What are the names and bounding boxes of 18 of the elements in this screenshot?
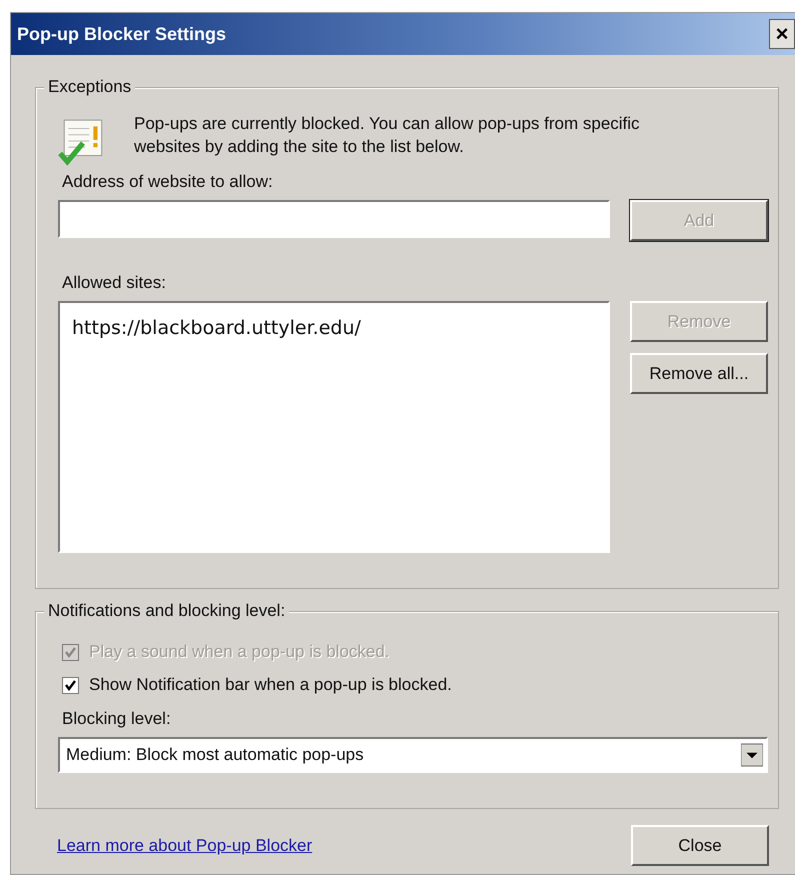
info-text: Pop-ups are currently blocked. You can allow pop-ups from specific websites by adding the site to the list below. — [134, 113, 641, 158]
dropdown-arrow-icon[interactable] — [741, 742, 763, 768]
group-legend: Exceptions — [44, 77, 136, 97]
site-list-item[interactable]: https://blackboard.uttyler.edu/ — [72, 315, 596, 341]
field-label: Blocking level: — [62, 709, 172, 729]
group-legend: Notifications and blocking level: — [44, 601, 290, 621]
field-label: Address of website to allow: — [62, 172, 274, 192]
blocking-level-dropdown[interactable]: Medium: Block most automatic pop-ups — [58, 737, 768, 773]
close-dialog-button[interactable]: Close — [631, 825, 769, 866]
dropdown-value: Medium: Block most automatic pop-ups — [66, 745, 364, 765]
address-field[interactable] — [58, 200, 610, 238]
remove-button[interactable]: Remove all... — [630, 353, 768, 394]
window-title: Pop-up Blocker Settings — [16, 24, 226, 44]
checkbox-label: Show Notification bar when a pop-up is blocked. — [89, 675, 452, 695]
close-button[interactable]: × — [769, 19, 795, 49]
checkbox[interactable] — [62, 676, 79, 694]
list-label: Allowed sites: — [62, 273, 167, 293]
learn-more-link[interactable]: Learn more about Pop-up Blocker — [57, 836, 312, 856]
